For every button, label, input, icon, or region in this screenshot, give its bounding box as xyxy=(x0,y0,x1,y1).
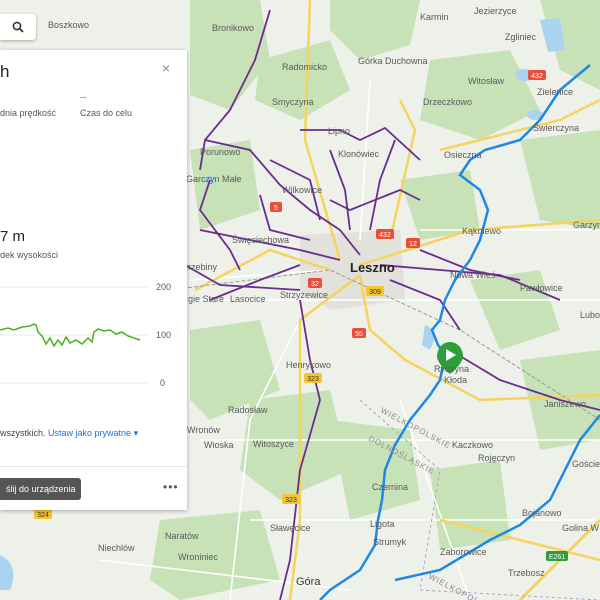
divider xyxy=(0,466,187,467)
place-janiszewo: Janiszewo xyxy=(544,399,586,409)
svg-text:324: 324 xyxy=(37,512,49,519)
place-lipno: Lipno xyxy=(328,126,350,136)
place-niechlow: Niechlów xyxy=(98,543,135,553)
place-garczyn: Garczyn Małe xyxy=(186,174,242,184)
place-swierczyna: Świerczyna xyxy=(533,122,579,133)
svg-text:432: 432 xyxy=(379,232,391,239)
place-garzyn: Garzyn xyxy=(573,220,600,230)
privacy-text: wszystkich. xyxy=(0,428,46,438)
time-to-target-label: Czas do celu xyxy=(80,108,133,118)
svg-text:55: 55 xyxy=(355,331,363,338)
time-to-target-value: -- xyxy=(80,92,86,102)
svg-text:323: 323 xyxy=(307,376,319,383)
altitude-value: 7 m xyxy=(0,228,26,245)
place-leszno: Leszno xyxy=(350,260,395,275)
place-radoslaw: Radosław xyxy=(228,405,268,415)
send-to-device-button[interactable]: ślij do urządzenia xyxy=(0,478,81,500)
place-karmin: Karmin xyxy=(420,12,449,22)
set-private-link[interactable]: Ustaw jako prywatne xyxy=(48,428,131,438)
road-shield-323b: 323 xyxy=(282,494,300,504)
elevation-chart: 200 100 0 xyxy=(0,282,171,388)
place-lasocice: Lasocice xyxy=(230,294,266,304)
place-strumyk: Strumyk xyxy=(373,537,407,547)
place-bronikowo: Bronikowo xyxy=(212,23,254,33)
chevron-down-icon[interactable]: ▾ xyxy=(134,428,139,438)
place-narotow: Naratów xyxy=(165,531,199,541)
close-icon[interactable]: × xyxy=(162,60,170,76)
place-boszkowo: Boszkowo xyxy=(48,20,89,30)
place-strzyzewice: Strzyżewice xyxy=(280,290,328,300)
place-goscieszyn: Goście xyxy=(572,459,600,469)
place-rydzyna: Rydzyna xyxy=(434,364,469,374)
road-shield-12: 12 xyxy=(406,238,420,248)
avg-speed-label: dnia prędkość xyxy=(0,108,57,118)
svg-text:309: 309 xyxy=(369,289,381,296)
place-trzebosz: Trzebosz xyxy=(508,568,545,578)
search-icon xyxy=(12,21,24,33)
chart-tick-100: 100 xyxy=(156,330,171,340)
search-button[interactable] xyxy=(0,14,36,40)
place-pawlowice: Pawłowice xyxy=(520,283,563,293)
altitude-label: dek wysokości xyxy=(0,250,59,260)
road-shield-432b: 432 xyxy=(376,229,394,239)
place-jezierzyce: Jezierzyce xyxy=(474,6,517,16)
road-shield-324: 324 xyxy=(34,509,52,519)
place-witoslaw: Witosław xyxy=(468,76,505,86)
more-options-icon[interactable]: ••• xyxy=(163,480,179,494)
place-porunowo: Porunowo xyxy=(200,147,241,157)
svg-text:432: 432 xyxy=(531,73,543,80)
chart-tick-0: 0 xyxy=(160,378,165,388)
place-lubonia: Lubo xyxy=(580,310,600,320)
place-czernina: Czernina xyxy=(372,482,408,492)
road-shield-309: 309 xyxy=(366,286,384,296)
road-shield-e261: E261 xyxy=(546,551,568,561)
svg-text:323: 323 xyxy=(285,497,297,504)
place-zgliniec: Zgliniec xyxy=(505,32,537,42)
place-smyczyna: Smyczyna xyxy=(272,97,314,107)
place-drzeczkowo: Drzeczkowo xyxy=(423,97,472,107)
road-shield-323a: 323 xyxy=(304,373,322,383)
activity-panel: h × dnia prędkość -- Czas do celu 7 m de… xyxy=(0,50,187,510)
place-klonowiec: Klonówiec xyxy=(338,149,380,159)
road-shield-5: 5 xyxy=(270,202,282,212)
place-gorka: Górka Duchowna xyxy=(358,56,428,66)
place-golina: Golina W xyxy=(562,523,600,533)
place-witoszyce: Witoszyce xyxy=(253,439,294,449)
place-bojanowo: Bojanowo xyxy=(522,508,562,518)
place-kaczkowo: Kaczkowo xyxy=(452,440,493,450)
place-kloda: Kłoda xyxy=(444,375,467,385)
chart-tick-200: 200 xyxy=(156,282,171,292)
place-radomicko: Radomicko xyxy=(282,62,327,72)
place-zaborowice: Zaborowice xyxy=(440,547,487,557)
road-shield-432: 432 xyxy=(528,70,546,80)
road-shield-32: 32 xyxy=(308,278,322,288)
road-shield-55: 55 xyxy=(352,328,366,338)
place-gora: Góra xyxy=(296,576,321,588)
svg-text:E261: E261 xyxy=(549,554,565,561)
place-wilkowice: Wilkowice xyxy=(282,185,322,195)
place-rojeczyn: Rojęczyn xyxy=(478,453,515,463)
place-henrykowo: Henrykowo xyxy=(286,360,331,370)
place-wronow: Wronów xyxy=(187,425,220,435)
place-zieleniec: Zielenice xyxy=(537,87,573,97)
svg-text:12: 12 xyxy=(409,241,417,248)
place-wroniniec: Wroniniec xyxy=(178,552,218,562)
place-slawecice: Sławęcice xyxy=(270,523,311,533)
place-kakolewo: Kąkolewo xyxy=(462,226,501,236)
place-swieciechowa: Święciechowa xyxy=(232,234,289,245)
svg-text:32: 32 xyxy=(311,281,319,288)
privacy-line: wszystkich. Ustaw jako prywatne ▾ xyxy=(0,428,138,439)
place-grzebiny: rzebiny xyxy=(188,262,218,272)
place-osieczna: Osieczna xyxy=(444,150,482,160)
svg-text:5: 5 xyxy=(274,205,278,212)
place-ligota: Ligota xyxy=(370,519,395,529)
place-nowa-wies: Nowa Wieś xyxy=(450,270,496,280)
panel-title: h xyxy=(0,62,10,81)
place-wioska: Wioska xyxy=(204,440,234,450)
place-gorskie: gie Stare xyxy=(188,294,224,304)
